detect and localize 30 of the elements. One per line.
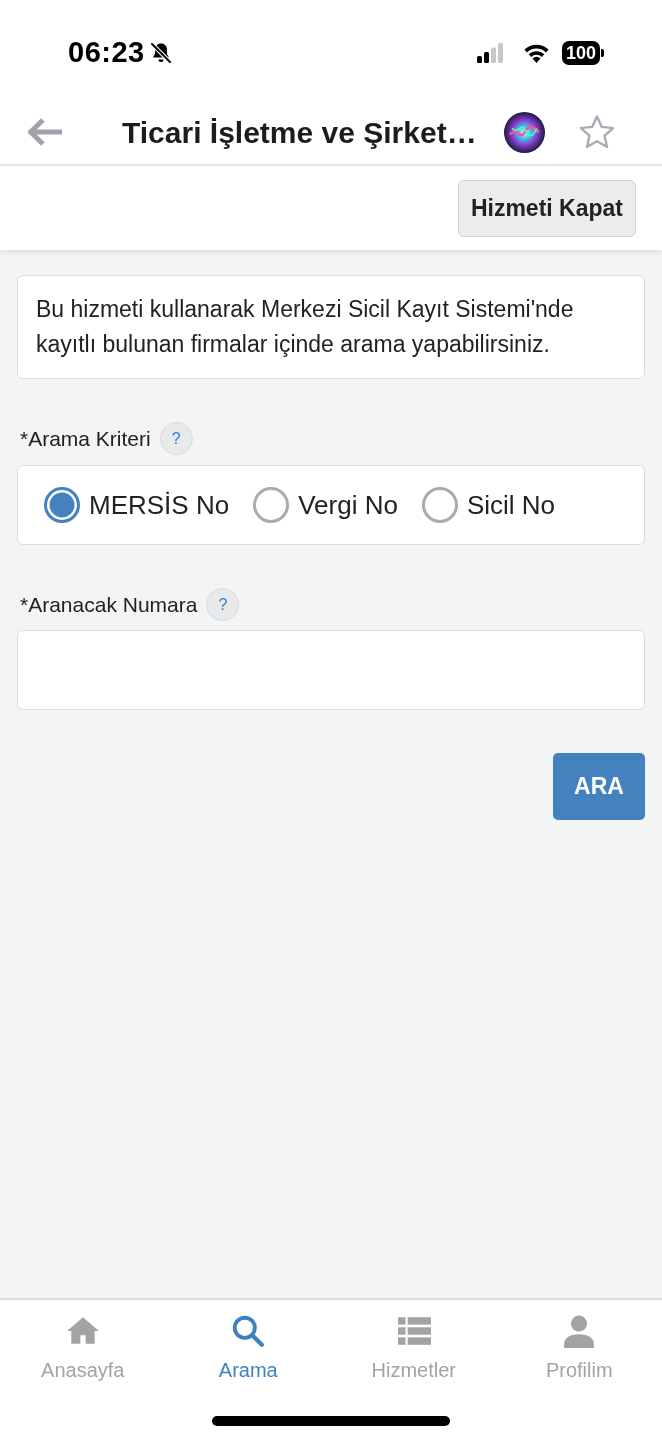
orb-icon[interactable] [504, 111, 545, 153]
star-icon[interactable] [578, 114, 616, 150]
search-icon [231, 1314, 266, 1348]
search-button[interactable]: ARA [553, 753, 645, 820]
tab[interactable]: Hizmetler [331, 1300, 497, 1382]
number-input[interactable] [17, 630, 645, 710]
help-button[interactable]: ? [159, 422, 193, 455]
tab[interactable]: Anasayfa [0, 1300, 166, 1382]
page-title: Ticari İşletme ve Şirket… [122, 114, 477, 151]
radio-label: Sicil No [466, 488, 556, 522]
radio-button[interactable] [421, 487, 458, 523]
battery-indicator: 100 [561, 41, 604, 65]
signal-icon [476, 43, 503, 63]
radio-label: MERSİS No [89, 488, 230, 522]
close-service-button[interactable]: Hizmeti Kapat [457, 179, 636, 237]
radio-button[interactable] [253, 487, 290, 523]
field-label: *Aranacak Numara [20, 591, 198, 618]
person-icon [562, 1314, 597, 1348]
muted-bell-icon [148, 41, 173, 65]
info-text: Bu hizmeti kullanarak Merkezi Sicil Kayıt Sistemi'nde kayıtlı bulunan firmalar içinde arama yapabilirsiniz. [17, 275, 645, 379]
wifi-icon [522, 43, 550, 63]
radio-label: Vergi No [298, 488, 398, 522]
tab[interactable]: Arama [165, 1300, 331, 1382]
field-label: *Arama Kriteri [20, 425, 151, 452]
list-icon [396, 1314, 431, 1348]
help-button[interactable]: ? [206, 588, 240, 621]
back-arrow-icon[interactable] [27, 117, 64, 147]
status-time: 06:23 [68, 35, 145, 71]
tab[interactable]: Profilim [496, 1300, 662, 1382]
radio-button[interactable] [44, 487, 80, 523]
